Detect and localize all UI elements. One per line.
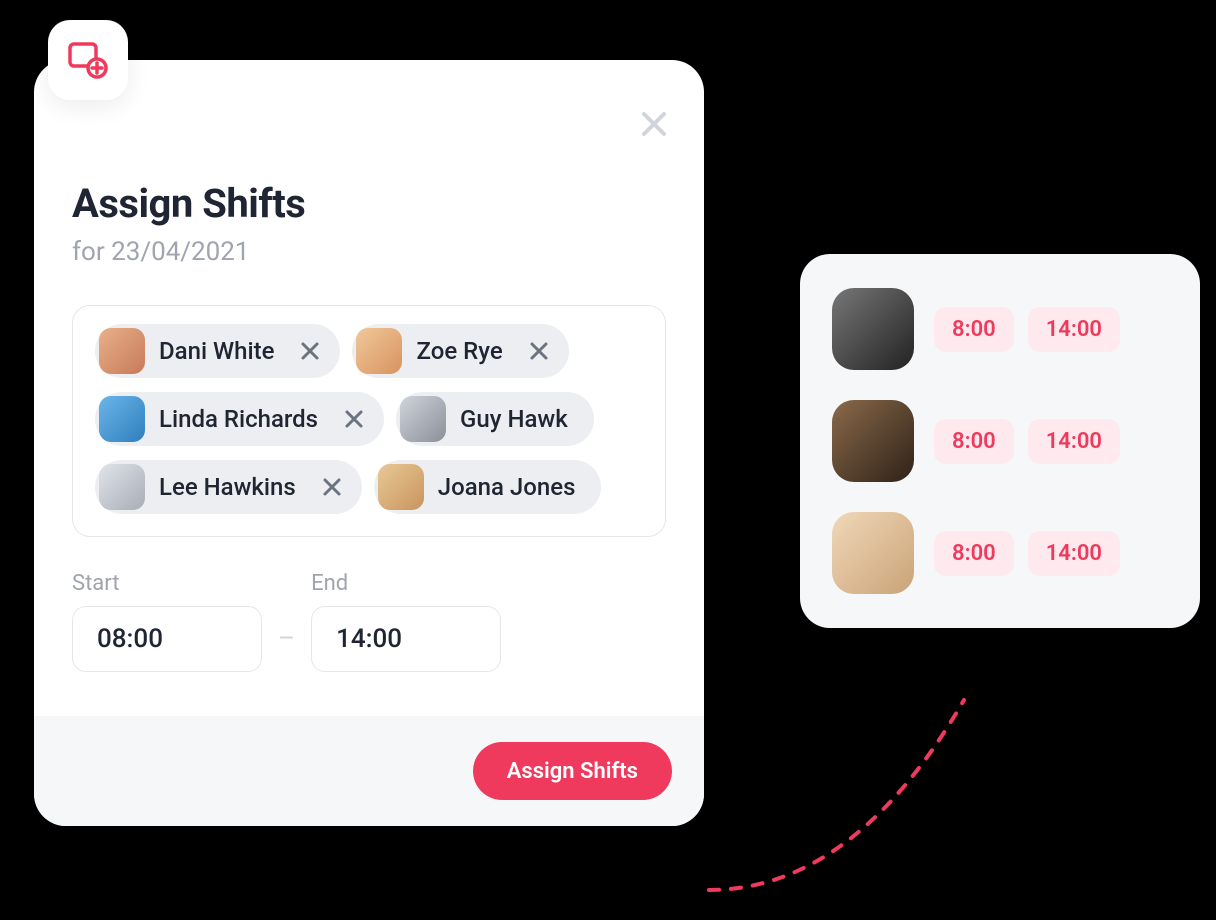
assign-shifts-modal: Assign Shifts for 23/04/2021 Dani White … bbox=[34, 60, 704, 826]
person-chip: Linda Richards bbox=[95, 392, 384, 446]
person-name: Linda Richards bbox=[145, 405, 334, 433]
person-chip: Joana Jones bbox=[374, 460, 602, 514]
time-range-row: Start – End bbox=[72, 571, 666, 672]
shift-row: 8:00 14:00 bbox=[832, 288, 1168, 370]
start-time-input[interactable] bbox=[72, 606, 262, 672]
add-shift-icon bbox=[48, 20, 128, 100]
remove-person-button[interactable] bbox=[290, 331, 330, 371]
avatar bbox=[400, 396, 446, 442]
person-name: Guy Hawk bbox=[446, 405, 590, 433]
person-chip: Lee Hawkins bbox=[95, 460, 362, 514]
person-name: Joana Jones bbox=[424, 473, 598, 501]
modal-subtitle: for 23/04/2021 bbox=[72, 237, 666, 267]
avatar bbox=[356, 328, 402, 374]
end-time-input[interactable] bbox=[311, 606, 501, 672]
modal-footer: Assign Shifts bbox=[34, 716, 704, 826]
close-button[interactable] bbox=[634, 104, 674, 144]
shift-start-pill: 8:00 bbox=[934, 419, 1014, 464]
shift-end-pill: 14:00 bbox=[1028, 531, 1120, 576]
close-icon bbox=[322, 477, 342, 497]
avatar bbox=[832, 400, 914, 482]
assigned-shifts-preview: 8:00 14:00 8:00 14:00 8:00 14:00 bbox=[800, 254, 1200, 628]
avatar bbox=[99, 464, 145, 510]
shift-end-pill: 14:00 bbox=[1028, 419, 1120, 464]
start-label: Start bbox=[72, 571, 262, 596]
modal-title: Assign Shifts bbox=[72, 180, 666, 227]
close-icon bbox=[529, 341, 549, 361]
person-name: Dani White bbox=[145, 337, 290, 365]
avatar bbox=[832, 512, 914, 594]
shift-row: 8:00 14:00 bbox=[832, 400, 1168, 482]
remove-person-button[interactable] bbox=[312, 467, 352, 507]
person-chip: Guy Hawk bbox=[396, 392, 594, 446]
shift-start-pill: 8:00 bbox=[934, 531, 1014, 576]
close-icon bbox=[639, 109, 669, 139]
assign-shifts-button[interactable]: Assign Shifts bbox=[473, 742, 672, 800]
close-icon bbox=[300, 341, 320, 361]
shift-start-pill: 8:00 bbox=[934, 307, 1014, 352]
person-chip: Dani White bbox=[95, 324, 340, 378]
remove-person-button[interactable] bbox=[519, 331, 559, 371]
avatar bbox=[832, 288, 914, 370]
end-label: End bbox=[311, 571, 501, 596]
remove-person-button[interactable] bbox=[334, 399, 374, 439]
avatar bbox=[99, 396, 145, 442]
shift-row: 8:00 14:00 bbox=[832, 512, 1168, 594]
avatar bbox=[378, 464, 424, 510]
close-icon bbox=[344, 409, 364, 429]
connector-line bbox=[704, 690, 1004, 910]
person-name: Lee Hawkins bbox=[145, 473, 312, 501]
people-tag-input[interactable]: Dani White Zoe Rye Linda Richards bbox=[72, 305, 666, 537]
avatar bbox=[99, 328, 145, 374]
shift-end-pill: 14:00 bbox=[1028, 307, 1120, 352]
person-name: Zoe Rye bbox=[402, 337, 518, 365]
person-chip: Zoe Rye bbox=[352, 324, 568, 378]
range-separator: – bbox=[278, 624, 295, 672]
